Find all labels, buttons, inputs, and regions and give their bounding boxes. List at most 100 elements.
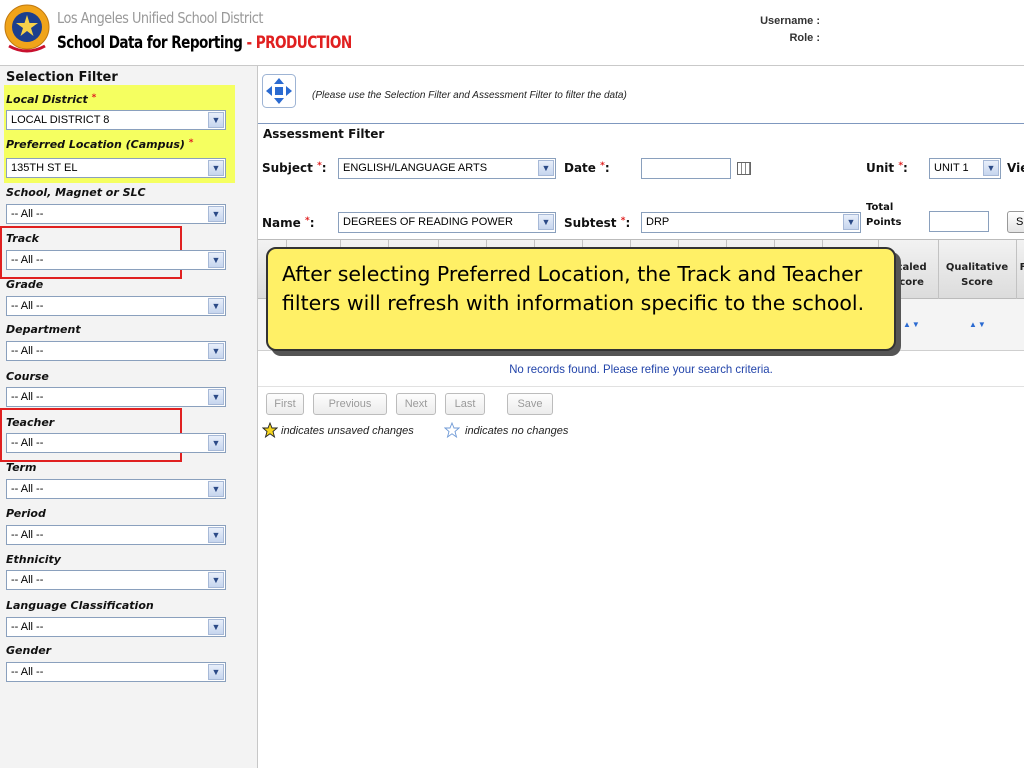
column-divider — [1016, 240, 1017, 300]
previous-page-button[interactable]: Previous — [313, 393, 387, 415]
school-label: School, Magnet or SLC — [6, 186, 146, 199]
first-page-button[interactable]: First — [266, 393, 304, 415]
star-unsaved-icon — [262, 422, 278, 438]
chevron-down-icon[interactable]: ▼ — [208, 481, 224, 497]
app-name-text: School Data for Reporting — [57, 33, 243, 53]
unit-label: Unit *: — [866, 161, 908, 175]
required-mark: * — [188, 138, 194, 148]
last-page-button[interactable]: Last — [445, 393, 485, 415]
subtest-label: Subtest *: — [564, 216, 630, 230]
unit-select[interactable]: UNIT 1 ▼ — [929, 158, 1001, 179]
chevron-down-icon[interactable]: ▼ — [208, 572, 224, 588]
name-value: DEGREES OF READING POWER — [343, 216, 513, 228]
chevron-down-icon[interactable]: ▼ — [208, 160, 224, 176]
name-select[interactable]: DEGREES OF READING POWER ▼ — [338, 212, 556, 233]
subtest-select[interactable]: DRP ▼ — [641, 212, 861, 233]
term-select[interactable]: -- All -- ▼ — [6, 479, 226, 499]
title-separator: - — [242, 33, 256, 53]
colon: : — [321, 161, 327, 175]
unit-label-text: Unit — [866, 161, 895, 175]
chevron-down-icon[interactable]: ▼ — [983, 160, 999, 176]
col-qualitative-score[interactable]: Qualitative Score — [940, 260, 1014, 290]
language-classification-value: -- All -- — [11, 621, 44, 633]
username-label: Username : — [760, 15, 820, 27]
local-district-select[interactable]: LOCAL DISTRICT 8 ▼ — [6, 110, 226, 130]
teacher-select[interactable]: -- All -- ▼ — [6, 433, 226, 453]
period-label: Period — [6, 507, 46, 520]
track-select[interactable]: -- All -- ▼ — [6, 250, 226, 270]
sort-icon[interactable]: ▲▼ — [969, 320, 987, 329]
chevron-down-icon[interactable]: ▼ — [208, 252, 224, 268]
language-classification-select[interactable]: -- All -- ▼ — [6, 617, 226, 637]
department-label: Department — [6, 323, 81, 336]
grade-label: Grade — [6, 278, 44, 291]
calendar-icon[interactable] — [737, 162, 751, 175]
col-truncated[interactable]: F — [1018, 260, 1024, 275]
search-button[interactable]: S — [1007, 211, 1024, 233]
sort-icon[interactable]: ▲▼ — [903, 320, 921, 329]
colon: : — [604, 161, 610, 175]
next-page-button[interactable]: Next — [396, 393, 436, 415]
subtest-label-text: Subtest — [564, 216, 617, 230]
school-select[interactable]: -- All -- ▼ — [6, 204, 226, 224]
gender-select[interactable]: -- All -- ▼ — [6, 662, 226, 682]
department-value: -- All -- — [11, 345, 44, 357]
subject-select[interactable]: ENGLISH/LANGUAGE ARTS ▼ — [338, 158, 556, 179]
legend-unsaved: indicates unsaved changes — [281, 425, 414, 437]
ethnicity-value: -- All -- — [11, 574, 44, 586]
lausd-logo-icon — [4, 4, 50, 53]
language-classification-label: Language Classification — [6, 599, 154, 612]
selection-filter-panel: Selection Filter Local District * LOCAL … — [0, 66, 258, 768]
course-select[interactable]: -- All -- ▼ — [6, 387, 226, 407]
save-button[interactable]: Save — [507, 393, 553, 415]
colon: : — [903, 161, 908, 175]
subject-label-text: Subject — [262, 161, 313, 175]
chevron-down-icon[interactable]: ▼ — [538, 160, 554, 176]
ethnicity-select[interactable]: -- All -- ▼ — [6, 570, 226, 590]
grade-select[interactable]: -- All -- ▼ — [6, 296, 226, 316]
total-points-label-line2: Points — [866, 217, 902, 228]
preferred-location-value: 135TH ST EL — [11, 162, 78, 174]
gender-label: Gender — [6, 644, 52, 657]
view-label: Vie — [1007, 161, 1024, 175]
district-name: Los Angeles Unified School District — [57, 9, 263, 27]
chevron-down-icon[interactable]: ▼ — [208, 389, 224, 405]
chevron-down-icon[interactable]: ▼ — [208, 112, 224, 128]
chevron-down-icon[interactable]: ▼ — [843, 214, 859, 230]
local-district-value: LOCAL DISTRICT 8 — [11, 114, 110, 126]
col-qualitative-line2: Score — [961, 277, 993, 288]
environment-label: PRODUCTION — [255, 33, 353, 53]
app-name: School Data for Reporting - PRODUCTION — [57, 33, 352, 53]
school-value: -- All -- — [11, 208, 44, 220]
filter-hint-text: (Please use the Selection Filter and Ass… — [312, 90, 627, 101]
main-content: (Please use the Selection Filter and Ass… — [258, 66, 1024, 768]
total-points-label-line1: Total — [866, 202, 894, 213]
chevron-down-icon[interactable]: ▼ — [208, 343, 224, 359]
chevron-down-icon[interactable]: ▼ — [208, 435, 224, 451]
teacher-value: -- All -- — [11, 437, 44, 449]
chevron-down-icon[interactable]: ▼ — [208, 619, 224, 635]
legend-nochange: indicates no changes — [465, 425, 569, 437]
chevron-down-icon[interactable]: ▼ — [208, 664, 224, 680]
period-select[interactable]: -- All -- ▼ — [6, 525, 226, 545]
chevron-down-icon[interactable]: ▼ — [538, 214, 554, 230]
required-mark: * — [91, 93, 97, 103]
pan-navigation-icon[interactable] — [262, 74, 296, 108]
department-select[interactable]: -- All -- ▼ — [6, 341, 226, 361]
date-input[interactable] — [641, 158, 731, 179]
divider — [258, 386, 1024, 387]
preferred-location-select[interactable]: 135TH ST EL ▼ — [6, 158, 226, 178]
chevron-down-icon[interactable]: ▼ — [208, 527, 224, 543]
star-nochange-icon — [444, 422, 460, 438]
chevron-down-icon[interactable]: ▼ — [208, 298, 224, 314]
col-qualitative-line1: Qualitative — [945, 262, 1009, 273]
unit-value: UNIT 1 — [934, 162, 969, 174]
term-label: Term — [6, 461, 37, 474]
ethnicity-label: Ethnicity — [6, 553, 61, 566]
period-value: -- All -- — [11, 529, 44, 541]
total-points-input[interactable] — [929, 211, 989, 232]
chevron-down-icon[interactable]: ▼ — [208, 206, 224, 222]
selection-filter-title: Selection Filter — [6, 70, 118, 85]
date-label: Date *: — [564, 161, 610, 175]
name-label: Name *: — [262, 216, 315, 230]
